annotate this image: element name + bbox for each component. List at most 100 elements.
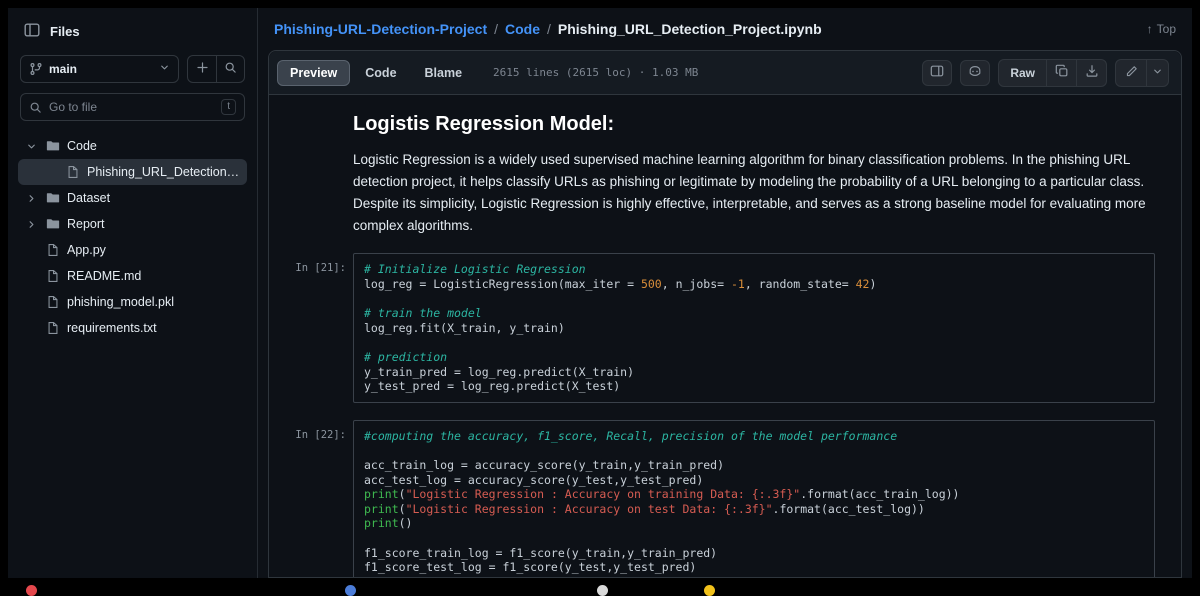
- tab-preview[interactable]: Preview: [277, 59, 351, 86]
- scroll-to-top-link[interactable]: ↑ Top: [1147, 22, 1176, 36]
- plus-icon: [196, 61, 209, 77]
- code-line: print(): [364, 516, 413, 531]
- file-toolbar: Preview Code Blame 2615 lines (2615 loc) ·…: [269, 51, 1181, 95]
- go-to-file-search[interactable]: t: [20, 93, 245, 121]
- symbols-panel-button[interactable]: [922, 59, 953, 86]
- code-line: f1_score_test_log = f1_score(y_test,y_te…: [364, 560, 697, 575]
- sidebar-header: Files: [16, 18, 249, 55]
- main-content: Phishing-URL-Detection-Project / Code / Phis…: [258, 8, 1192, 578]
- arrow-up-icon: ↑: [1146, 22, 1153, 36]
- tree-item-label: App.py: [67, 243, 106, 257]
- code-line: #computing the accuracy, f1_score, Recal…: [364, 428, 898, 443]
- code-line: print("Logistic Regression : f1_score on…: [364, 575, 1144, 577]
- symbols-panel-icon: [930, 64, 944, 81]
- code-line: print("Logistic Regression : Accuracy on…: [364, 487, 960, 502]
- code-line: log_reg = LogisticRegression(max_iter = …: [364, 277, 877, 292]
- search-icon: [29, 101, 42, 114]
- collapse-sidebar-button[interactable]: [24, 22, 40, 41]
- tree-item-label: Dataset: [67, 191, 111, 205]
- notebook-markdown-cell: Logistis Regression Model: Logistic Regr…: [353, 113, 1155, 236]
- code-line: y_test_pred = log_reg.predict(X_test): [364, 379, 621, 394]
- breadcrumb: Phishing-URL-Detection-Project / Code / Phis…: [274, 21, 822, 37]
- copy-icon: [1055, 64, 1069, 81]
- go-to-file-input[interactable]: [49, 100, 215, 114]
- file-metadata: 2615 lines (2615 loc) · 1.03 MB: [493, 66, 699, 79]
- search-icon: [224, 61, 237, 77]
- code-line: acc_test_log = accuracy_score(y_test,y_t…: [364, 472, 704, 487]
- download-button[interactable]: [1076, 59, 1106, 86]
- taskbar-dot: [26, 585, 37, 596]
- github-file-view-window: Files main Go to file t Code Phishing_UR…: [8, 8, 1192, 578]
- toolbar-actions: Raw: [922, 58, 1173, 87]
- view-tabs: Preview Code Blame: [277, 59, 476, 86]
- taskbar-dot: [704, 585, 715, 596]
- code-line: # train the model: [364, 306, 482, 321]
- top-label: Top: [1156, 22, 1176, 36]
- panel-icon: [24, 22, 40, 41]
- branch-row: main: [16, 55, 249, 83]
- raw-button[interactable]: Raw: [999, 60, 1046, 86]
- cell-source-code[interactable]: # Initialize Logistic Regression log_reg …: [353, 253, 1155, 403]
- tree-item-label: Code: [67, 139, 97, 153]
- tree-item-app-py[interactable]: App.py: [18, 237, 247, 263]
- tree-item-report[interactable]: Report: [18, 211, 247, 237]
- tree-item-phishing-url-detection-project[interactable]: Phishing_URL_Detection_Project...: [18, 159, 247, 185]
- tree-item-readme-md[interactable]: README.md: [18, 263, 247, 289]
- tree-item-phishing-model-pkl[interactable]: phishing_model.pkl: [18, 289, 247, 315]
- edit-options-button[interactable]: [1146, 59, 1168, 86]
- file-icon: [45, 243, 61, 257]
- cell-prompt: In [21]:: [295, 262, 346, 275]
- breadcrumb-separator: /: [494, 21, 499, 37]
- sidebar-actions: [187, 55, 245, 83]
- code-line: log_reg.fit(X_train, y_train): [364, 320, 565, 335]
- file-tree: Code Phishing_URL_Detection_Project... Dat…: [16, 133, 249, 568]
- tree-item-code[interactable]: Code: [18, 133, 247, 159]
- tree-item-label: Phishing_URL_Detection_Project...: [87, 165, 241, 179]
- breadcrumb-link-phishing-url-detection-project[interactable]: Phishing-URL-Detection-Project: [274, 21, 487, 37]
- copy-raw-button[interactable]: [1046, 59, 1076, 86]
- tree-item-dataset[interactable]: Dataset: [18, 185, 247, 211]
- notebook-heading: Logistis Regression Model:: [353, 113, 615, 135]
- chevron-right-icon: [24, 193, 39, 204]
- tree-item-label: phishing_model.pkl: [67, 295, 175, 309]
- taskbar-strip: [0, 578, 1200, 596]
- search-tree-button[interactable]: [216, 56, 244, 82]
- notebook-preview[interactable]: Logistis Regression Model: Logistic Regr…: [269, 95, 1181, 577]
- chevron-down-icon: [159, 62, 170, 76]
- download-icon: [1085, 64, 1099, 81]
- file-icon: [45, 321, 61, 335]
- breadcrumb-bar: Phishing-URL-Detection-Project / Code / Phis…: [258, 8, 1192, 50]
- notebook-cells: In [21]: # Initialize Logistic Regression…: [289, 253, 1155, 577]
- code-line: print("Logistic Regression : Accuracy on…: [364, 501, 925, 516]
- code-line: # Initialize Logistic Regression: [364, 262, 586, 277]
- add-file-button[interactable]: [188, 56, 216, 82]
- branch-selector[interactable]: main: [20, 55, 179, 83]
- breadcrumb-current: Phishing_URL_Detection_Project.ipynb: [557, 21, 822, 37]
- tab-blame[interactable]: Blame: [412, 60, 476, 86]
- breadcrumb-link-code[interactable]: Code: [505, 21, 540, 37]
- tree-item-label: Report: [67, 217, 105, 231]
- breadcrumb-separator: /: [547, 21, 551, 37]
- cell-source-code[interactable]: #computing the accuracy, f1_score, Recal…: [353, 419, 1155, 577]
- sidebar-title: Files: [50, 24, 80, 39]
- tree-item-requirements-txt[interactable]: requirements.txt: [18, 315, 247, 341]
- code-line: # prediction: [364, 350, 448, 364]
- notebook-paragraph: Logistic Regression is a widely used sup…: [353, 152, 1146, 233]
- chevron-down-icon: [1152, 65, 1163, 80]
- tab-code[interactable]: Code: [352, 60, 409, 86]
- folder-icon: [45, 191, 61, 205]
- file-icon: [65, 165, 81, 179]
- edit-button-group: [1115, 58, 1169, 87]
- taskbar-dot: [345, 585, 356, 596]
- code-line: y_train_pred = log_reg.predict(X_train): [364, 364, 635, 379]
- tree-item-label: requirements.txt: [67, 321, 157, 335]
- taskbar-dot: [597, 585, 608, 596]
- cell-prompt: In [22]:: [295, 428, 346, 441]
- chevron-right-icon: [24, 219, 39, 230]
- copilot-button[interactable]: [960, 59, 991, 86]
- edit-file-button[interactable]: [1116, 60, 1146, 86]
- git-branch-icon: [29, 62, 43, 76]
